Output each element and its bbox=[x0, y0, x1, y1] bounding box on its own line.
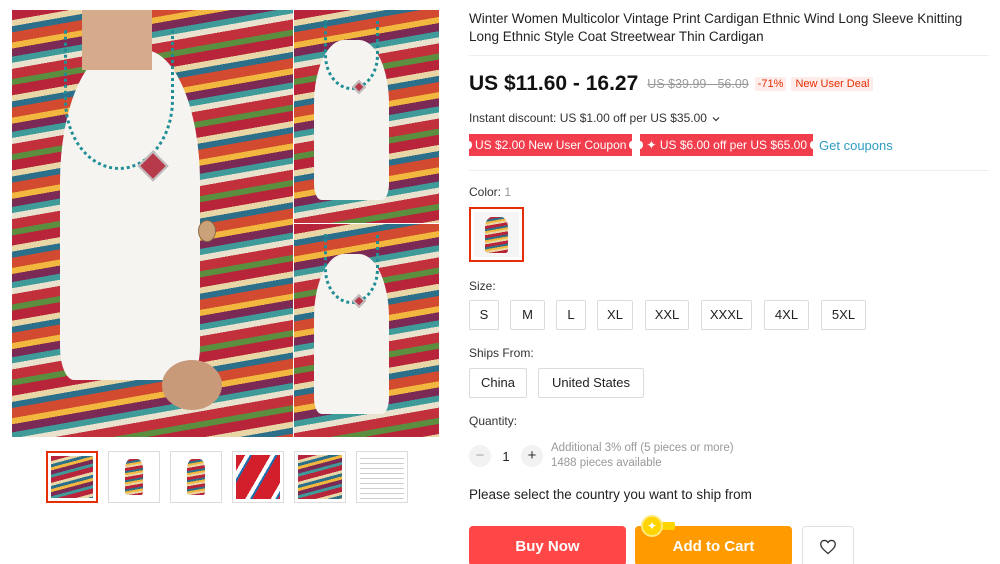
get-coupons-link[interactable]: Get coupons bbox=[819, 138, 893, 153]
sparkle-icon: ✦ bbox=[646, 138, 660, 152]
sparkle-icon: ✦ bbox=[641, 515, 663, 537]
main-product-image[interactable] bbox=[12, 10, 293, 437]
decrease-quantity-button[interactable]: − bbox=[469, 445, 491, 467]
quantity-stepper: − 1 + Additional 3% off (5 pieces or mor… bbox=[469, 441, 734, 471]
size-option-5xl[interactable]: 5XL bbox=[821, 300, 866, 330]
wishlist-button[interactable] bbox=[802, 526, 854, 564]
thumbnail[interactable] bbox=[356, 451, 408, 503]
size-option-s[interactable]: S bbox=[469, 300, 499, 330]
size-option-xxl[interactable]: XXL bbox=[645, 300, 689, 330]
store-coupon-label: US $6.00 off per US $65.00 bbox=[659, 138, 808, 152]
instant-discount-text: Instant discount: US $1.00 off per US $3… bbox=[469, 111, 707, 125]
quantity-label: Quantity: bbox=[469, 414, 518, 428]
size-option-xl[interactable]: XL bbox=[597, 300, 633, 330]
divider bbox=[469, 55, 989, 56]
divider bbox=[469, 170, 989, 171]
size-options: S M L XL XXL XXXL 4XL 5XL bbox=[469, 300, 866, 330]
color-label: Color: 1 bbox=[469, 185, 511, 199]
ships-from-options: China United States bbox=[469, 368, 644, 398]
ship-country-message: Please select the country you want to sh… bbox=[469, 487, 752, 502]
ships-from-label: Ships From: bbox=[469, 346, 534, 360]
ship-option-china[interactable]: China bbox=[469, 368, 527, 398]
thumbnail[interactable] bbox=[170, 451, 222, 503]
promo-tag bbox=[661, 522, 675, 530]
size-option-xxxl[interactable]: XXXL bbox=[701, 300, 752, 330]
stock-available: 1488 pieces available bbox=[551, 457, 662, 469]
size-option-l[interactable]: L bbox=[556, 300, 586, 330]
color-option[interactable] bbox=[469, 207, 524, 262]
product-title: Winter Women Multicolor Vintage Print Ca… bbox=[469, 11, 963, 44]
chevron-down-icon bbox=[712, 116, 720, 122]
quantity-value[interactable]: 1 bbox=[491, 449, 521, 464]
secondary-product-image[interactable] bbox=[294, 224, 439, 437]
color-label-text: Color: bbox=[469, 185, 502, 199]
bulk-discount-note: Additional 3% off (5 pieces or more) bbox=[551, 442, 734, 454]
store-coupon[interactable]: ✦ US $6.00 off per US $65.00 bbox=[637, 134, 816, 156]
thumbnail[interactable] bbox=[108, 451, 160, 503]
original-price: US $39.99 - 56.09 bbox=[647, 77, 749, 91]
size-option-m[interactable]: M bbox=[510, 300, 545, 330]
heart-icon bbox=[820, 539, 836, 555]
increase-quantity-button[interactable]: + bbox=[521, 445, 543, 467]
color-count: 1 bbox=[504, 185, 512, 199]
thumbnail[interactable] bbox=[294, 451, 346, 503]
ship-option-united-states[interactable]: United States bbox=[538, 368, 644, 398]
new-user-coupon[interactable]: US $2.00 New User Coupon bbox=[465, 134, 636, 156]
price-row: US $11.60 - 16.27 US $39.99 - 56.09 -71%… bbox=[469, 72, 874, 96]
coupon-row: US $2.00 New User Coupon ✦ US $6.00 off … bbox=[465, 134, 893, 156]
buy-now-button[interactable]: Buy Now bbox=[469, 526, 626, 564]
size-option-4xl[interactable]: 4XL bbox=[764, 300, 809, 330]
secondary-product-image[interactable] bbox=[294, 10, 439, 223]
discount-badge: -71% bbox=[754, 77, 787, 91]
thumbnail-strip bbox=[46, 451, 408, 503]
quantity-notes: Additional 3% off (5 pieces or more) 148… bbox=[551, 441, 734, 471]
price: US $11.60 - 16.27 bbox=[469, 72, 639, 95]
thumbnail[interactable] bbox=[46, 451, 98, 503]
new-user-deal-badge: New User Deal bbox=[791, 77, 874, 91]
size-label: Size: bbox=[469, 279, 496, 293]
instant-discount[interactable]: Instant discount: US $1.00 off per US $3… bbox=[469, 111, 720, 125]
thumbnail[interactable] bbox=[232, 451, 284, 503]
product-gallery bbox=[12, 10, 439, 437]
